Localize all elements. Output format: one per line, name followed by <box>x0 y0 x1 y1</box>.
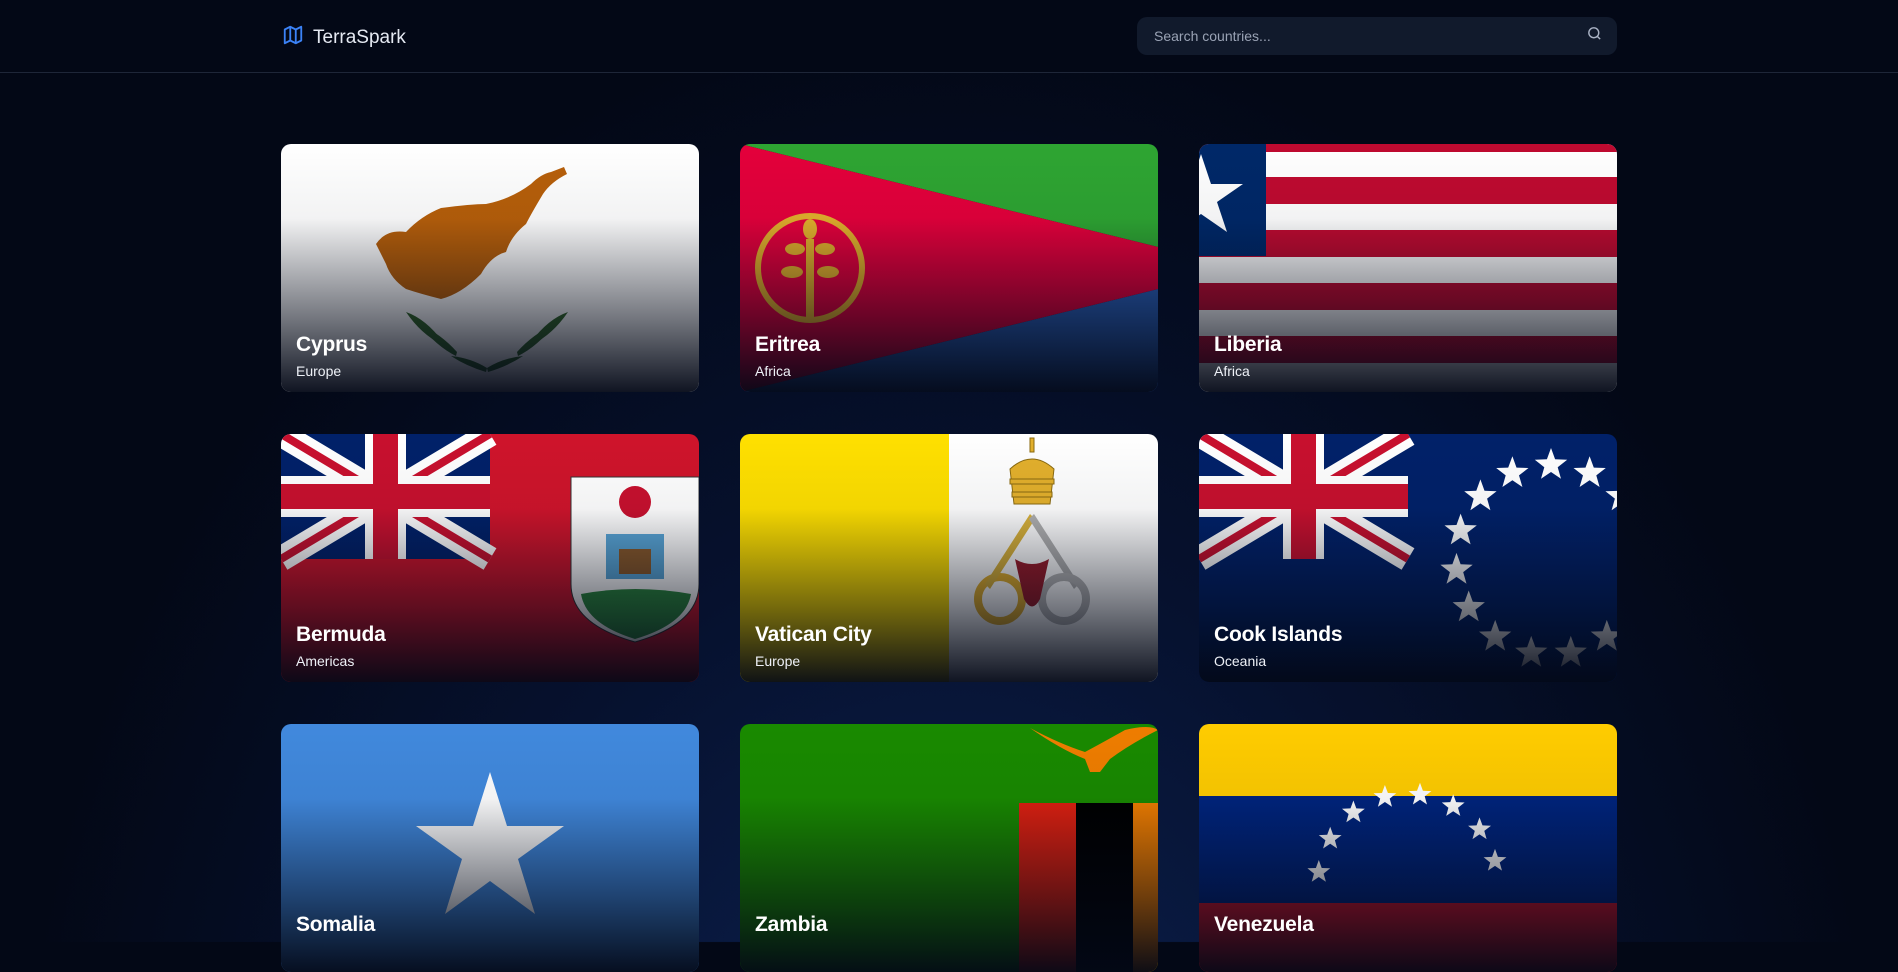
country-region: Africa <box>755 363 791 379</box>
country-name: Liberia <box>1214 333 1282 356</box>
country-region: Oceania <box>1214 653 1267 669</box>
top-bar: TerraSpark <box>0 0 1898 73</box>
country-region: Europe <box>755 653 801 669</box>
country-region: Americas <box>296 653 355 669</box>
brand-logo[interactable]: TerraSpark <box>282 24 406 51</box>
country-card-venezuela[interactable]: Venezuela <box>1199 724 1617 972</box>
country-card-bermuda[interactable]: Bermuda Americas <box>281 434 699 682</box>
search-box <box>1137 17 1617 55</box>
country-region: Africa <box>1214 363 1250 379</box>
country-region: Europe <box>296 363 342 379</box>
country-card-zambia[interactable]: Zambia <box>740 724 1158 972</box>
country-name: Zambia <box>755 913 828 936</box>
country-card-liberia[interactable]: Liberia Africa <box>1199 144 1617 392</box>
search-icon[interactable] <box>1586 25 1603 47</box>
country-name: Venezuela <box>1214 913 1314 936</box>
country-card-eritrea[interactable]: Eritrea Africa <box>740 144 1158 392</box>
country-card-cyprus[interactable]: Cyprus Europe <box>281 144 699 392</box>
country-name: Cyprus <box>296 333 368 356</box>
country-name: Eritrea <box>755 333 821 356</box>
brand-name: TerraSpark <box>313 26 406 48</box>
country-card-vatican-city[interactable]: Vatican City Europe <box>740 434 1158 682</box>
country-name: Bermuda <box>296 623 386 646</box>
country-name: Cook Islands <box>1214 623 1343 646</box>
country-name: Vatican City <box>755 623 872 646</box>
search-input[interactable] <box>1152 27 1586 45</box>
country-name: Somalia <box>296 913 376 936</box>
country-card-somalia[interactable]: Somalia <box>281 724 699 972</box>
map-icon <box>282 24 304 51</box>
country-card-cook-islands[interactable]: Cook Islands Oceania <box>1199 434 1617 682</box>
